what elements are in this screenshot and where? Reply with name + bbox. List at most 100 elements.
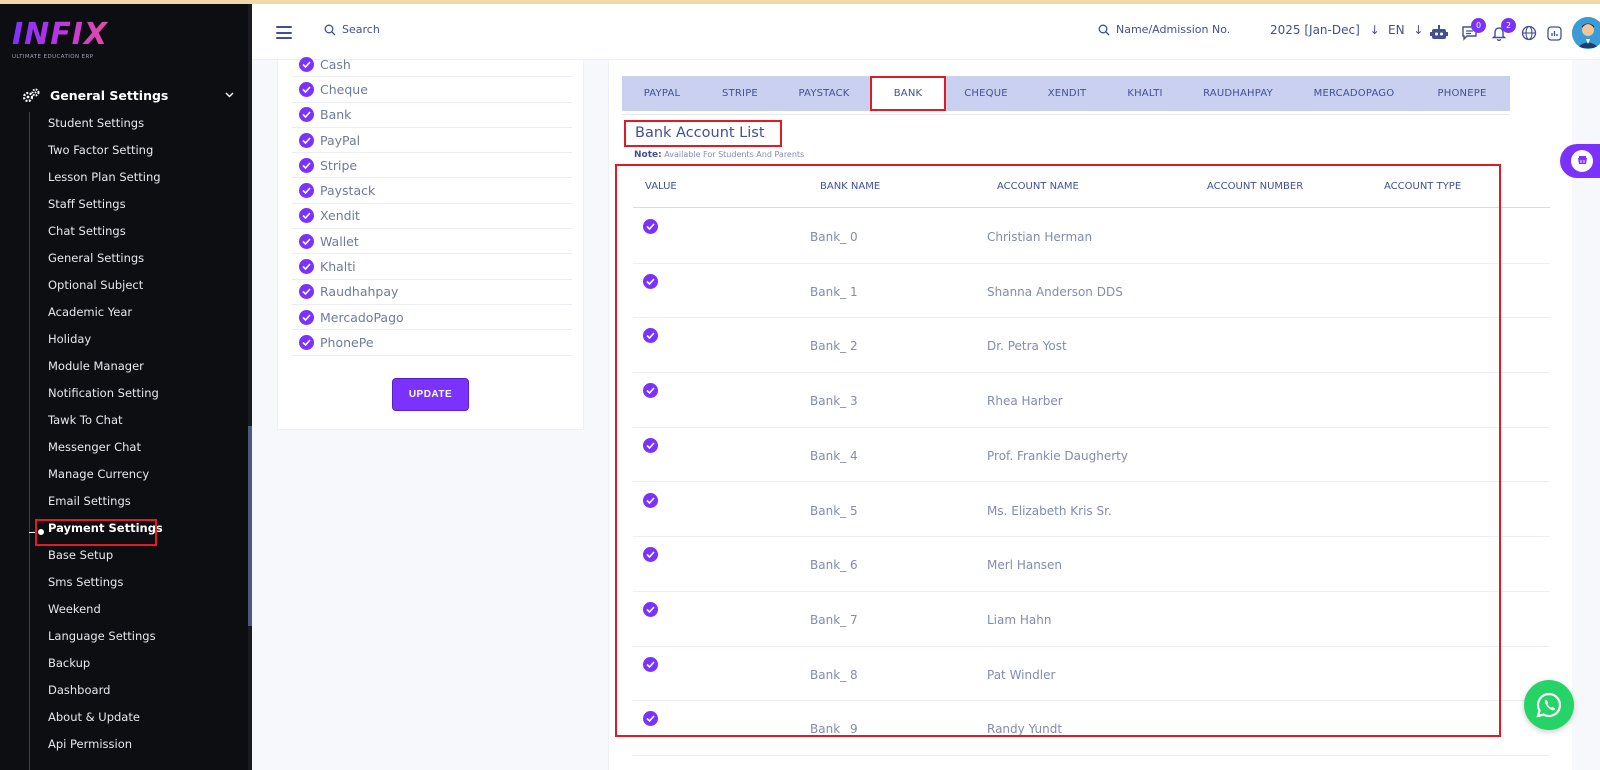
payment-method-phonepe[interactable]: PhonePe [292, 330, 572, 356]
notification-badge: 2 [1501, 18, 1516, 33]
checkbox-checked-icon[interactable] [299, 259, 314, 275]
payment-method-cheque[interactable]: Cheque [292, 77, 572, 103]
sidebar-item-base-setup[interactable]: Base Setup [48, 546, 163, 573]
payment-method-label: Wallet [320, 233, 359, 249]
sidebar-item-lesson-plan-setting[interactable]: Lesson Plan Setting [48, 168, 163, 195]
tab-phonepe[interactable]: PHONEPE [1414, 76, 1510, 111]
tab-bank[interactable]: BANK [870, 76, 946, 111]
sidebar-nav-list: Student Settings Two Factor Setting Less… [48, 114, 163, 762]
sidebar: INFIX ULTIMATE EDUCATION ERP General Set… [0, 0, 252, 770]
payment-method-wallet[interactable]: Wallet [292, 229, 572, 255]
report-icon[interactable] [1545, 24, 1563, 42]
checkbox-checked-icon[interactable] [299, 309, 314, 325]
table-highlight-box [615, 164, 1501, 737]
payment-method-khalti[interactable]: Khalti [292, 254, 572, 280]
payment-method-label: Cheque [320, 81, 368, 97]
checkbox-checked-icon[interactable] [299, 334, 314, 350]
sidebar-item-api-permission[interactable]: Api Permission [48, 735, 163, 762]
sidebar-item-manage-currency[interactable]: Manage Currency [48, 465, 163, 492]
checkbox-checked-icon[interactable] [299, 157, 314, 173]
nav-group-general-settings[interactable]: General Settings [22, 84, 234, 106]
sidebar-item-student-settings[interactable]: Student Settings [48, 114, 163, 141]
menu-toggle-icon[interactable] [276, 26, 292, 39]
sidebar-item-general-settings[interactable]: General Settings [48, 249, 163, 276]
language-select[interactable]: EN ↓ [1388, 23, 1423, 37]
sidebar-item-email-settings[interactable]: Email Settings [48, 492, 163, 519]
sidebar-item-chat-settings[interactable]: Chat Settings [48, 222, 163, 249]
bell-icon[interactable]: 2 [1490, 18, 1516, 42]
admission-search-box[interactable]: Name/Admission No. [1098, 23, 1230, 36]
sidebar-scrollbar-thumb[interactable] [248, 426, 252, 626]
whatsapp-button[interactable] [1524, 680, 1574, 730]
tab-raudhahpay[interactable]: RAUDHAHPAY [1182, 76, 1294, 111]
top-accent-line [0, 0, 1600, 4]
update-button[interactable]: UPDATE [392, 378, 469, 411]
side-drawer-toggle[interactable] [1560, 144, 1600, 178]
sidebar-item-language-settings[interactable]: Language Settings [48, 627, 163, 654]
checkbox-checked-icon[interactable] [299, 208, 314, 224]
payment-method-bank[interactable]: Bank [292, 103, 572, 128]
whatsapp-icon [1536, 692, 1562, 718]
payment-method-list: Cash Cheque Bank PayPal Stripe Paystack … [292, 52, 572, 356]
checkbox-checked-icon[interactable] [299, 81, 314, 97]
gateway-tabs: PAYPAL STRIPE PAYSTACK BANK CHEQUE XENDI… [622, 76, 1510, 111]
robot-icon[interactable] [1430, 24, 1448, 42]
payment-method-xendit[interactable]: Xendit [292, 204, 572, 230]
sidebar-item-tawk-to-chat[interactable]: Tawk To Chat [48, 411, 163, 438]
sidebar-item-academic-year[interactable]: Academic Year [48, 303, 163, 330]
payment-method-label: MercadoPago [320, 309, 404, 325]
sidebar-item-dashboard[interactable]: Dashboard [48, 681, 163, 708]
checkbox-checked-icon[interactable] [299, 284, 314, 300]
sidebar-item-holiday[interactable]: Holiday [48, 330, 163, 357]
sidebar-item-messenger-chat[interactable]: Messenger Chat [48, 438, 163, 465]
payment-method-stripe[interactable]: Stripe [292, 153, 572, 179]
sidebar-item-sms-settings[interactable]: Sms Settings [48, 573, 163, 600]
tab-mercadopago[interactable]: MERCADOPAGO [1294, 76, 1414, 111]
payment-method-label: PayPal [320, 132, 361, 148]
sidebar-item-notification-setting[interactable]: Notification Setting [48, 384, 163, 411]
sidebar-item-weekend[interactable]: Weekend [48, 600, 163, 627]
nav-group-label: General Settings [50, 87, 169, 103]
payment-method-mercadopago[interactable]: MercadoPago [292, 305, 572, 331]
checkbox-checked-icon[interactable] [299, 56, 314, 72]
tab-paystack[interactable]: PAYSTACK [778, 76, 870, 111]
academic-year-value: 2025 [Jan-Dec] [1270, 23, 1360, 37]
search-icon [1098, 24, 1110, 35]
checkbox-checked-icon[interactable] [299, 132, 314, 148]
admission-search-label: Name/Admission No. [1116, 23, 1231, 36]
search-box[interactable]: Search [324, 23, 380, 36]
sidebar-item-staff-settings[interactable]: Staff Settings [48, 195, 163, 222]
sidebar-item-optional-subject[interactable]: Optional Subject [48, 276, 163, 303]
payment-method-cash[interactable]: Cash [292, 52, 572, 78]
tab-cheque[interactable]: CHEQUE [946, 76, 1026, 111]
payment-method-label: PhonePe [320, 334, 374, 350]
academic-year-select[interactable]: 2025 [Jan-Dec] ↓ [1270, 23, 1380, 37]
sidebar-item-two-factor-setting[interactable]: Two Factor Setting [48, 141, 163, 168]
sidebar-item-module-manager[interactable]: Module Manager [48, 357, 163, 384]
payment-method-label: Stripe [320, 157, 358, 173]
tab-khalti[interactable]: KHALTI [1108, 76, 1182, 111]
gears-icon [22, 86, 40, 104]
payment-method-raudhahpay[interactable]: Raudhahpay [292, 280, 572, 305]
payment-method-paypal[interactable]: PayPal [292, 128, 572, 154]
payment-method-label: Xendit [320, 208, 360, 224]
brand-logo[interactable]: INFIX ULTIMATE EDUCATION ERP [12, 18, 108, 61]
checkbox-checked-icon[interactable] [299, 233, 314, 249]
sidebar-item-about-update[interactable]: About & Update [48, 708, 163, 735]
tab-stripe[interactable]: STRIPE [702, 76, 778, 111]
tab-xendit[interactable]: XENDIT [1026, 76, 1108, 111]
checkbox-checked-icon[interactable] [299, 183, 314, 199]
tab-paypal[interactable]: PAYPAL [622, 76, 702, 111]
nav-tree-line [29, 112, 30, 770]
chat-icon[interactable]: 0 [1460, 18, 1486, 42]
payment-method-label: Bank [320, 107, 352, 123]
checkbox-checked-icon[interactable] [299, 107, 314, 123]
payment-method-label: Raudhahpay [320, 284, 399, 300]
user-avatar[interactable] [1572, 17, 1600, 49]
sidebar-scrollbar[interactable] [248, 0, 252, 770]
note: Note: Available For Students And Parents [634, 150, 804, 160]
payment-method-paystack[interactable]: Paystack [292, 178, 572, 204]
payment-method-label: Paystack [320, 183, 376, 199]
globe-icon[interactable] [1520, 24, 1538, 42]
sidebar-item-backup[interactable]: Backup [48, 654, 163, 681]
